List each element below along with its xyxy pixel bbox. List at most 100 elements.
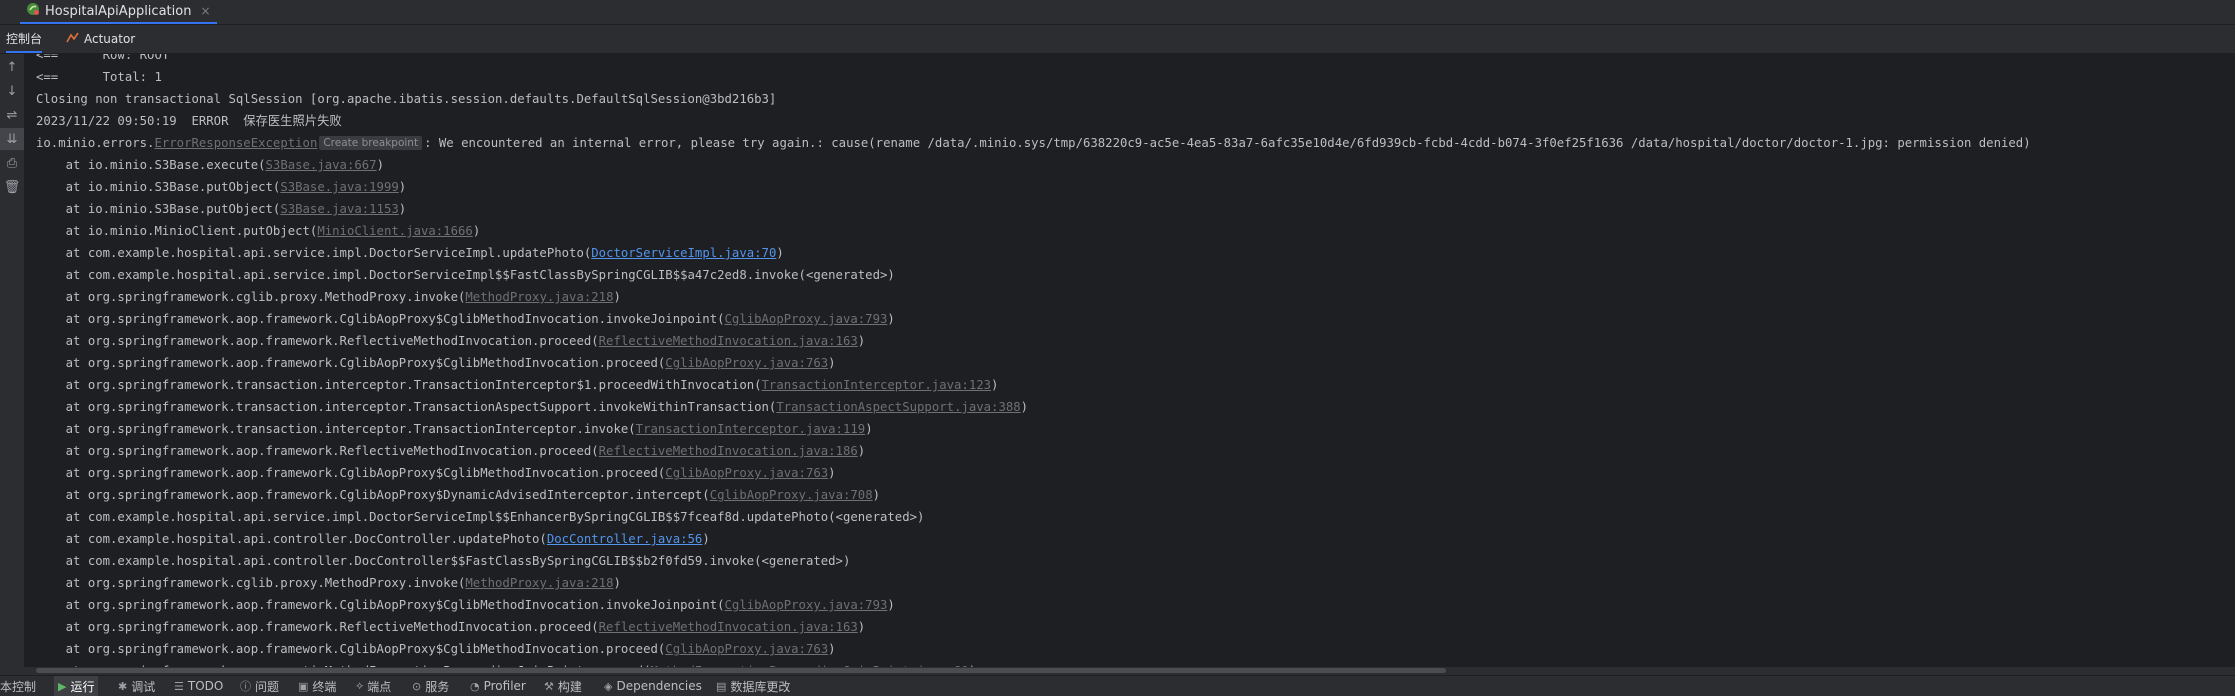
stack-frame-close: )	[857, 334, 866, 348]
stack-frame-line: at org.springframework.aop.framework.Cgl…	[36, 484, 2031, 506]
scroll-down-icon[interactable]: ↓	[0, 80, 24, 102]
stack-frame-close: )	[702, 532, 710, 546]
tool-endpoints[interactable]: ⟡ 端点	[356, 676, 391, 696]
scroll-up-icon[interactable]: ↑	[0, 56, 24, 78]
source-location-link[interactable]: CglibAopProxy.java:708	[710, 488, 873, 502]
console-output[interactable]: <== Row: ROOT <== Total: 1 Closing non t…	[25, 54, 2235, 667]
stack-frame-close: )	[398, 180, 407, 194]
stack-frame-method: at io.minio.S3Base.putObject(	[36, 180, 281, 194]
source-location-link[interactable]: DoctorServiceImpl.java:70	[591, 246, 776, 260]
source-location-link[interactable]: CglibAopProxy.java:763	[665, 642, 828, 656]
tool-run[interactable]: ▶ 运行	[54, 676, 99, 696]
tab-actuator[interactable]: Actuator	[66, 25, 135, 53]
tab-console[interactable]: 控制台	[6, 25, 43, 53]
tool-services-label: 服务	[425, 679, 450, 694]
source-location-link[interactable]: ReflectiveMethodInvocation.java:186	[599, 444, 858, 458]
stack-frame-close: )	[828, 466, 836, 480]
source-location-link[interactable]: S3Base.java:1999	[280, 180, 398, 194]
tab-console-label: 控制台	[6, 31, 43, 46]
source-location-link[interactable]: ReflectiveMethodInvocation.java:163	[599, 620, 858, 634]
stack-frame-close: )	[613, 290, 621, 304]
source-location-link[interactable]: CglibAopProxy.java:763	[665, 466, 828, 480]
source-location-link[interactable]: MethodProxy.java:218	[465, 576, 613, 590]
source-location-link[interactable]: S3Base.java:1153	[280, 202, 398, 216]
run-tool-window-header: HospitalApiApplication ×	[0, 0, 2235, 25]
tool-todo[interactable]: ☰ TODO	[174, 676, 223, 696]
close-tab-icon[interactable]: ×	[200, 4, 210, 18]
console-line-error: 2023/11/22 09:50:19 ERROR 保存医生照片失败	[36, 114, 342, 128]
tool-endpoints-label: 端点	[367, 679, 392, 694]
scroll-to-end-icon[interactable]: ⇊	[0, 128, 24, 150]
stack-frame-close: )	[776, 246, 784, 260]
tool-terminal[interactable]: ▣ 终端	[298, 676, 336, 696]
stack-frame-method: at org.springframework.transaction.inter…	[36, 400, 777, 414]
stack-frame-line: at org.springframework.aop.framework.Ref…	[36, 616, 2031, 638]
stack-frame-close: )	[857, 620, 866, 634]
horizontal-scrollbar[interactable]	[36, 668, 1446, 673]
stack-frame-close: )	[887, 312, 895, 326]
tool-services[interactable]: ⊙ 服务	[412, 676, 449, 696]
source-location-link[interactable]: MethodInvocationProceedingJoinPoint.java…	[650, 664, 968, 667]
tab-actuator-label: Actuator	[84, 32, 136, 46]
run-config-tab[interactable]: HospitalApiApplication ×	[20, 0, 217, 24]
source-location-link[interactable]: TransactionInterceptor.java:119	[636, 422, 866, 436]
source-location-link[interactable]: DocController.java:56	[547, 532, 702, 546]
tool-dependencies[interactable]: ◈ Dependencies	[604, 676, 702, 696]
stack-frame-method: at org.springframework.aop.aspectj.Metho…	[36, 664, 651, 667]
stack-frame-method: at org.springframework.aop.framework.Cgl…	[36, 356, 666, 370]
source-location-link[interactable]: MethodProxy.java:218	[465, 290, 613, 304]
stack-frame-close: )	[865, 422, 873, 436]
stack-frame-line: at org.springframework.aop.framework.Cgl…	[36, 352, 2031, 374]
tool-version-control-label: 本控制	[0, 679, 37, 694]
todo-icon: ☰	[174, 679, 184, 693]
tool-window-bar: 本控制 ▶ 运行 ✱ 调试 ☰ TODO ⓘ 问题 ▣ 终端 ⟡ 端点 ⊙ 服务 ◔ Profi…	[0, 675, 2235, 696]
console-toolbar: ↑ ↓ ⇌ ⇊ ⎙ 🗑	[0, 54, 25, 667]
source-location-link[interactable]: ReflectiveMethodInvocation.java:163	[599, 334, 858, 348]
spring-boot-icon	[26, 2, 40, 20]
terminal-icon: ▣	[298, 679, 309, 693]
source-location-link[interactable]: CglibAopProxy.java:793	[725, 598, 888, 612]
stack-frame-close: )	[1020, 400, 1029, 414]
soft-wrap-icon[interactable]: ⇌	[0, 104, 24, 126]
stack-frame-method: at org.springframework.aop.framework.Ref…	[36, 620, 599, 634]
tool-problems-label: 问题	[255, 679, 280, 694]
stack-frame-line: at org.springframework.transaction.inter…	[36, 396, 2031, 418]
stack-frame-line: at org.springframework.aop.aspectj.Metho…	[36, 660, 2031, 667]
profiler-icon: ◔	[470, 679, 480, 693]
stack-frame-line: at io.minio.S3Base.putObject(S3Base.java…	[36, 198, 2031, 220]
tool-version-control[interactable]: 本控制	[0, 676, 36, 696]
stack-frame-line: at io.minio.S3Base.execute(S3Base.java:6…	[36, 154, 2031, 176]
clear-all-icon[interactable]: 🗑	[0, 176, 24, 198]
exception-class-link[interactable]: ErrorResponseException	[154, 136, 317, 150]
tool-profiler-label: Profiler	[483, 679, 526, 693]
tool-db-changes-label: 数据库更改	[730, 679, 791, 694]
stack-frame-method: at org.springframework.aop.framework.Cgl…	[36, 466, 666, 480]
stack-frame-close: )	[887, 598, 895, 612]
source-location-link[interactable]: TransactionInterceptor.java:123	[762, 378, 992, 392]
tool-db-changes[interactable]: ▤ 数据库更改	[716, 676, 790, 696]
stack-frame-line: at com.example.hospital.api.service.impl…	[36, 506, 2031, 528]
tool-build[interactable]: ⚒ 构建	[544, 676, 582, 696]
source-location-link[interactable]: S3Base.java:667	[266, 158, 377, 172]
tool-problems[interactable]: ⓘ 问题	[240, 676, 279, 696]
tool-terminal-label: 终端	[312, 679, 337, 694]
source-location-link[interactable]: CglibAopProxy.java:793	[725, 312, 888, 326]
create-breakpoint-hint[interactable]: Create breakpoint	[319, 136, 423, 150]
services-icon: ⊙	[412, 679, 422, 693]
source-location-link[interactable]: CglibAopProxy.java:763	[665, 356, 828, 370]
stack-frame-line: at org.springframework.aop.framework.Cgl…	[36, 638, 2031, 660]
source-location-link[interactable]: TransactionAspectSupport.java:388	[776, 400, 1020, 414]
stack-frame-method: at org.springframework.transaction.inter…	[36, 422, 636, 436]
stack-frame-method: at org.springframework.aop.framework.Ref…	[36, 444, 599, 458]
tool-profiler[interactable]: ◔ Profiler	[470, 676, 526, 696]
stack-frame-method: at org.springframework.cglib.proxy.Metho…	[36, 576, 466, 590]
tool-debug[interactable]: ✱ 调试	[118, 676, 155, 696]
stack-frame-method: at io.minio.S3Base.execute(	[36, 158, 266, 172]
console-line: <== Row: ROOT	[36, 54, 170, 62]
stack-frame-close: )	[828, 356, 836, 370]
stack-frame-line: at com.example.hospital.api.service.impl…	[36, 242, 2031, 264]
exception-package: io.minio.errors.	[36, 136, 155, 150]
stack-frame-method: at io.minio.S3Base.putObject(	[36, 202, 281, 216]
source-location-link[interactable]: MinioClient.java:1666	[317, 224, 472, 238]
print-icon[interactable]: ⎙	[0, 152, 24, 174]
